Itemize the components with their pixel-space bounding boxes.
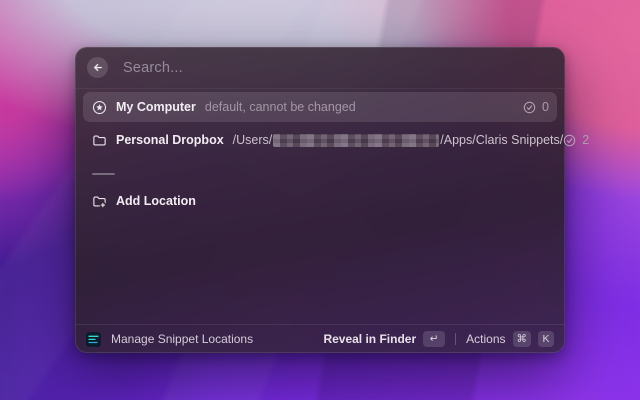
enter-keycap: ↵ <box>423 331 446 347</box>
check-circle-icon <box>523 101 536 114</box>
desktop-wallpaper: My Computer default, cannot be changed 0 <box>0 0 640 400</box>
location-list: My Computer default, cannot be changed 0 <box>75 89 589 324</box>
count-value: 0 <box>542 100 549 114</box>
folder-plus-icon <box>91 193 107 209</box>
section-divider <box>92 173 115 175</box>
path-prefix: /Users/ <box>232 133 273 147</box>
location-title: My Computer <box>116 100 196 114</box>
check-circle-icon <box>563 134 576 147</box>
launcher-window: My Computer default, cannot be changed 0 <box>75 47 589 353</box>
back-button[interactable] <box>87 57 108 78</box>
k-keycap: K <box>538 331 554 347</box>
redacted-path-segment <box>273 133 440 147</box>
add-location-label: Add Location <box>116 194 196 208</box>
list-item-personal-dropbox[interactable]: Personal Dropbox /Users/ /Apps/Claris Sni… <box>83 125 589 155</box>
add-location-button[interactable]: Add Location <box>83 186 557 216</box>
snippet-count: 2 <box>563 133 589 147</box>
location-title: Personal Dropbox <box>116 133 224 147</box>
footer-bar: Manage Snippet Locations Reveal in Finde… <box>75 324 565 353</box>
search-input[interactable] <box>123 59 553 76</box>
actions-label: Actions <box>466 332 506 346</box>
footer-title: Manage Snippet Locations <box>111 332 254 346</box>
arrow-left-icon <box>92 62 103 73</box>
actions-button[interactable]: Actions ⌘ K <box>466 331 554 347</box>
reveal-in-finder-label: Reveal in Finder <box>323 332 417 346</box>
search-bar <box>75 47 565 89</box>
snippet-count: 0 <box>523 100 549 114</box>
location-path: /Users/ /Apps/Claris Snippets/ <box>233 133 564 147</box>
location-subtitle: default, cannot be changed <box>204 100 356 114</box>
star-circle-icon <box>91 99 107 115</box>
snippets-app-icon <box>86 331 101 347</box>
folder-icon <box>91 132 107 148</box>
path-suffix: /Apps/Claris Snippets/ <box>440 133 564 147</box>
footer-separator <box>455 333 457 345</box>
list-item-my-computer[interactable]: My Computer default, cannot be changed 0 <box>83 92 557 122</box>
reveal-in-finder-button[interactable]: Reveal in Finder ↵ <box>323 331 446 347</box>
count-value: 2 <box>582 133 590 147</box>
cmd-keycap: ⌘ <box>512 331 531 347</box>
